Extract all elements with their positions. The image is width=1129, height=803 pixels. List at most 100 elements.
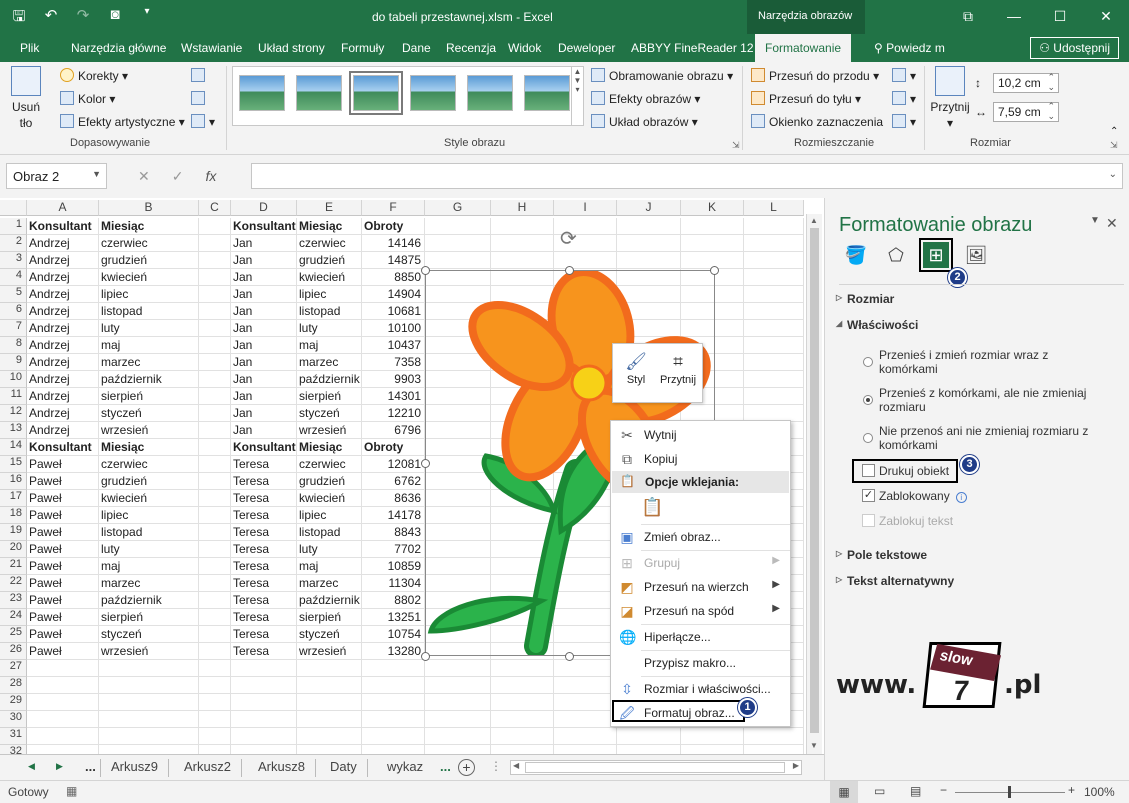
cell[interactable]: Miesiąc xyxy=(297,218,362,235)
horizontal-scrollbar[interactable]: ◀ ▶ xyxy=(510,760,802,775)
scroll-left-icon[interactable]: ◀ xyxy=(513,761,519,770)
cell[interactable]: 8802 xyxy=(362,592,425,609)
cell[interactable]: Paweł xyxy=(27,575,99,592)
cell[interactable]: sierpień xyxy=(99,609,199,626)
cell[interactable] xyxy=(554,252,617,269)
column-header[interactable]: A xyxy=(27,200,99,216)
cell[interactable]: Jan xyxy=(231,405,297,422)
cell[interactable] xyxy=(744,354,804,371)
cell[interactable]: lipiec xyxy=(99,286,199,303)
cell[interactable] xyxy=(744,745,804,754)
cell[interactable]: wrzesień xyxy=(297,422,362,439)
cell[interactable] xyxy=(744,252,804,269)
cell[interactable]: luty xyxy=(99,541,199,558)
normal-view-icon[interactable]: ▦ xyxy=(830,781,858,803)
column-header[interactable]: J xyxy=(617,200,681,216)
cell[interactable]: 10754 xyxy=(362,626,425,643)
row-header[interactable]: 26 xyxy=(0,643,27,660)
color-button[interactable]: Kolor ▾ xyxy=(60,91,115,106)
cell[interactable] xyxy=(199,354,231,371)
mini-style-button[interactable]: 🖌 Styl xyxy=(616,352,656,386)
cell[interactable] xyxy=(554,745,617,754)
cell[interactable]: marzec xyxy=(99,575,199,592)
cell[interactable] xyxy=(744,235,804,252)
cell[interactable] xyxy=(491,711,554,728)
menu-assign-macro[interactable]: Przypisz makro... xyxy=(611,651,790,675)
cell[interactable]: maj xyxy=(297,558,362,575)
cell[interactable]: czerwiec xyxy=(297,456,362,473)
cell[interactable]: Paweł xyxy=(27,507,99,524)
cell[interactable]: 12210 xyxy=(362,405,425,422)
fill-line-icon[interactable]: 🪣 xyxy=(843,242,869,268)
cell[interactable] xyxy=(744,337,804,354)
radio-move-only[interactable] xyxy=(863,395,873,405)
section-alt-text[interactable]: ▷ Tekst alternatywny xyxy=(836,574,954,588)
macro-record-icon[interactable]: ▦ xyxy=(66,784,77,798)
cell[interactable] xyxy=(425,677,491,694)
resize-handle-s[interactable] xyxy=(565,652,574,661)
cancel-icon[interactable]: ✕ xyxy=(138,168,150,185)
rotate-icon[interactable]: ▾ xyxy=(892,114,916,129)
cell[interactable]: marzec xyxy=(99,354,199,371)
cell[interactable]: Jan xyxy=(231,320,297,337)
align-icon[interactable]: ▾ xyxy=(892,68,916,83)
cell[interactable]: 10100 xyxy=(362,320,425,337)
sheet-tab-arkusz2[interactable]: Arkusz2 xyxy=(174,759,242,777)
pane-options-icon[interactable]: ▼ xyxy=(1090,215,1100,226)
width-input[interactable]: 7,59 cm xyxy=(993,101,1059,122)
cell[interactable] xyxy=(231,677,297,694)
cell[interactable] xyxy=(199,745,231,754)
zoom-slider-thumb[interactable] xyxy=(1008,786,1011,798)
cell[interactable] xyxy=(199,269,231,286)
cell[interactable]: Andrzej xyxy=(27,337,99,354)
cell[interactable]: grudzień xyxy=(297,473,362,490)
cell[interactable] xyxy=(199,388,231,405)
cell[interactable]: wrzesień xyxy=(99,643,199,660)
row-header[interactable]: 17 xyxy=(0,490,27,507)
send-backward-button[interactable]: Przesuń do tyłu ▾ xyxy=(751,91,861,106)
resize-handle-ne[interactable] xyxy=(710,266,719,275)
cell[interactable]: Teresa xyxy=(231,609,297,626)
cell[interactable]: Paweł xyxy=(27,609,99,626)
rotate-handle-icon[interactable]: ⟳ xyxy=(560,226,577,251)
cell[interactable] xyxy=(362,728,425,745)
remove-background-button[interactable]: Usuń tło xyxy=(7,66,45,131)
section-properties[interactable]: ◢ Właściwości xyxy=(836,318,918,332)
cell[interactable]: październik xyxy=(297,371,362,388)
cell[interactable] xyxy=(199,507,231,524)
picture-effects-button[interactable]: Efekty obrazów ▾ xyxy=(591,91,700,106)
column-header[interactable]: G xyxy=(425,200,491,216)
cell[interactable]: Teresa xyxy=(231,473,297,490)
cell[interactable]: 14146 xyxy=(362,235,425,252)
cell[interactable]: Teresa xyxy=(231,541,297,558)
picture-style-4[interactable] xyxy=(410,75,456,111)
cell[interactable] xyxy=(681,235,744,252)
tab-abbyy[interactable]: ABBYY FineReader 12 xyxy=(631,41,754,55)
sheet-tab-daty[interactable]: Daty xyxy=(320,759,368,777)
cell[interactable] xyxy=(199,728,231,745)
cell[interactable]: Andrzej xyxy=(27,320,99,337)
checkbox-print-object[interactable] xyxy=(862,464,875,477)
tab-page-layout[interactable]: Układ strony xyxy=(258,41,325,55)
radio-dont-move[interactable] xyxy=(863,433,873,443)
cell[interactable] xyxy=(199,490,231,507)
tab-home[interactable]: Narzędzia główne xyxy=(71,41,166,55)
cell[interactable]: 11304 xyxy=(362,575,425,592)
cell[interactable] xyxy=(199,218,231,235)
column-header[interactable]: F xyxy=(362,200,425,216)
sheet-next-icon[interactable]: ▶ xyxy=(56,761,63,772)
row-header[interactable]: 5 xyxy=(0,286,27,303)
cell[interactable] xyxy=(425,660,491,677)
cell[interactable]: kwiecień xyxy=(99,490,199,507)
insert-function-icon[interactable]: fx xyxy=(205,168,216,185)
vertical-scrollbar[interactable]: ▲ ▼ xyxy=(806,214,822,754)
cell[interactable] xyxy=(681,728,744,745)
tab-file[interactable]: Plik xyxy=(20,41,39,55)
zoom-out-icon[interactable]: − xyxy=(940,783,947,797)
menu-change-picture[interactable]: ▣ Zmień obraz... xyxy=(611,525,790,549)
resize-handle-n[interactable] xyxy=(565,266,574,275)
row-header[interactable]: 30 xyxy=(0,711,27,728)
expand-formula-icon[interactable]: ⌄ xyxy=(1109,169,1117,180)
cell[interactable] xyxy=(199,235,231,252)
cell[interactable]: marzec xyxy=(297,354,362,371)
